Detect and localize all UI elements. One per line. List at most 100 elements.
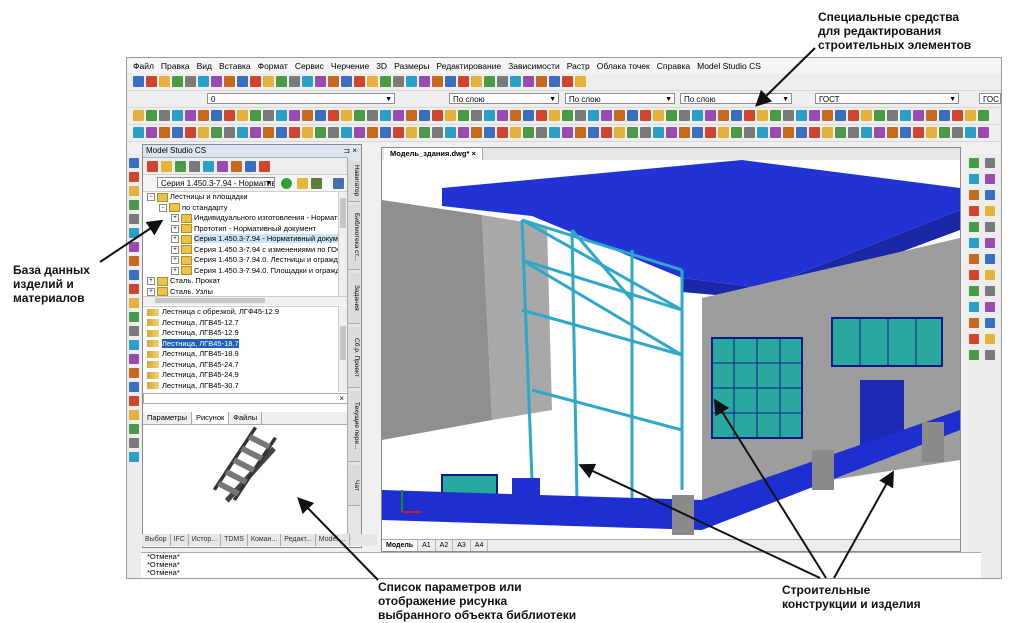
toolbar-button-icon[interactable] [874, 127, 885, 138]
toolbar-button-icon[interactable] [484, 127, 495, 138]
menu-item[interactable]: Формат [258, 61, 288, 71]
toolbar-button-icon[interactable] [302, 110, 313, 121]
layer-combo[interactable]: 0 ▼ [207, 93, 395, 104]
toolbar-button-icon[interactable] [549, 76, 560, 87]
toolbar-button-icon[interactable] [380, 110, 391, 121]
toolbar-button-icon[interactable] [185, 110, 196, 121]
draw-tool-icon[interactable] [129, 298, 139, 308]
tree-node[interactable]: − по стандарту [143, 203, 348, 214]
toolbar-button-icon[interactable] [588, 127, 599, 138]
toolbar-button-icon[interactable] [133, 76, 144, 87]
toolbar-button-icon[interactable] [367, 76, 378, 87]
toolbar-button-icon[interactable] [549, 127, 560, 138]
toolbar-button-icon[interactable] [198, 110, 209, 121]
modify-tool-icon[interactable] [969, 254, 979, 264]
side-tab[interactable]: Чат [348, 465, 360, 506]
toolbar-button-icon[interactable] [185, 76, 196, 87]
pin-close-icon[interactable]: ⊐ × [343, 145, 357, 157]
toolbar-button-icon[interactable] [445, 76, 456, 87]
draw-tool-icon[interactable] [129, 340, 139, 350]
toolbar-button-icon[interactable] [848, 127, 859, 138]
list-item[interactable]: Лестница, ЛГВ45-18.9 [143, 349, 348, 360]
draw-tool-icon[interactable] [129, 242, 139, 252]
list-item[interactable]: Лестница, ЛГВ45-12.9 [143, 328, 348, 339]
modify-tool-icon[interactable] [985, 286, 995, 296]
bottom-tab[interactable]: Выбор [142, 534, 171, 546]
menu-item[interactable]: Model Studio CS [697, 61, 761, 71]
toolbar-button-icon[interactable] [822, 110, 833, 121]
toolbar-button-icon[interactable] [289, 110, 300, 121]
menu-item[interactable]: Редактирование [436, 61, 501, 71]
toolbar-button-icon[interactable] [744, 110, 755, 121]
list-item[interactable]: Лестница, ЛГВ45-24.9 [143, 370, 348, 381]
toolbar-button-icon[interactable] [146, 110, 157, 121]
toolbar-button-icon[interactable] [341, 110, 352, 121]
toolbar-button-icon[interactable] [627, 127, 638, 138]
bottom-tab[interactable]: IFC [171, 534, 189, 546]
toolbar-button-icon[interactable] [250, 110, 261, 121]
toolbar-button-icon[interactable] [458, 127, 469, 138]
toolbar-button-icon[interactable] [705, 127, 716, 138]
collapse-icon[interactable]: − [147, 193, 155, 202]
draw-tool-icon[interactable] [129, 214, 139, 224]
toolbar-button-icon[interactable] [406, 110, 417, 121]
tree-node[interactable]: + Сталь. Прокат [143, 276, 348, 287]
toolbar-button-icon[interactable] [471, 127, 482, 138]
draw-tool-icon[interactable] [129, 256, 139, 266]
toolbar-button-icon[interactable] [718, 110, 729, 121]
toolbar-button-icon[interactable] [471, 110, 482, 121]
modify-tool-icon[interactable] [985, 238, 995, 248]
draw-tool-icon[interactable] [129, 424, 139, 434]
tree-node[interactable]: + Индивидуального изготовления - Норматив [143, 213, 348, 224]
toolbar-button-icon[interactable] [276, 76, 287, 87]
toolbar-button-icon[interactable] [224, 76, 235, 87]
toolbar-button-icon[interactable] [679, 110, 690, 121]
modify-tool-icon[interactable] [969, 318, 979, 328]
modify-tool-icon[interactable] [985, 190, 995, 200]
bottom-tab[interactable]: Редакт... [281, 534, 316, 546]
list-item[interactable]: Лестница с обрезкой, ЛГФ45-12.9 [143, 307, 348, 318]
toolbar-button-icon[interactable] [380, 127, 391, 138]
toolbar-button-icon[interactable] [147, 161, 158, 172]
toolbar-button-icon[interactable] [146, 127, 157, 138]
toolbar-button-icon[interactable] [250, 76, 261, 87]
modify-tool-icon[interactable] [969, 238, 979, 248]
bottom-tab[interactable]: Истор... [189, 534, 222, 546]
toolbar-button-icon[interactable] [718, 127, 729, 138]
toolbar-button-icon[interactable] [523, 76, 534, 87]
menu-item[interactable]: Размеры [394, 61, 429, 71]
toolbar-button-icon[interactable] [536, 110, 547, 121]
toolbar-button-icon[interactable] [692, 110, 703, 121]
toolbar-button-icon[interactable] [354, 110, 365, 121]
expand-icon[interactable]: + [147, 277, 155, 286]
toolbar-button-icon[interactable] [250, 127, 261, 138]
menu-item[interactable]: Черчение [331, 61, 369, 71]
modify-tool-icon[interactable] [969, 206, 979, 216]
menu-item[interactable]: Растр [567, 61, 590, 71]
toolbar-button-icon[interactable] [159, 127, 170, 138]
close-icon[interactable]: × [339, 394, 344, 403]
toolbar-button-icon[interactable] [835, 127, 846, 138]
toolbar-button-icon[interactable] [939, 110, 950, 121]
toolbar-button-icon[interactable] [770, 110, 781, 121]
toolbar-button-icon[interactable] [211, 127, 222, 138]
side-tab[interactable]: Задания [348, 273, 360, 324]
toolbar-button-icon[interactable] [198, 127, 209, 138]
menu-item[interactable]: 3D [376, 61, 387, 71]
draw-tool-icon[interactable] [129, 284, 139, 294]
toolbar-button-icon[interactable] [172, 76, 183, 87]
toolbar-button-icon[interactable] [744, 127, 755, 138]
toolbar-button-icon[interactable] [419, 76, 430, 87]
toolbar-button-icon[interactable] [133, 127, 144, 138]
toolbar-button-icon[interactable] [380, 76, 391, 87]
toolbar-button-icon[interactable] [341, 76, 352, 87]
toolbar-button-icon[interactable] [575, 76, 586, 87]
draw-tool-icon[interactable] [129, 270, 139, 280]
modify-tool-icon[interactable] [985, 174, 995, 184]
draw-tool-icon[interactable] [129, 312, 139, 322]
toolbar-button-icon[interactable] [419, 127, 430, 138]
toolbar-button-icon[interactable] [562, 110, 573, 121]
toolbar-button-icon[interactable] [185, 127, 196, 138]
toolbar-button-icon[interactable] [861, 110, 872, 121]
draw-tool-icon[interactable] [129, 354, 139, 364]
